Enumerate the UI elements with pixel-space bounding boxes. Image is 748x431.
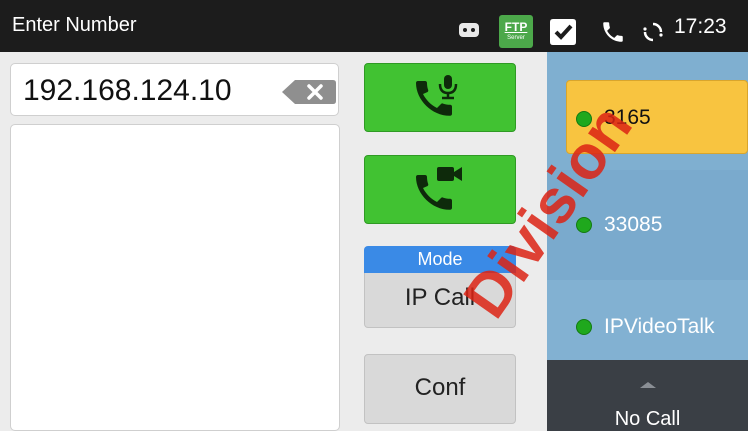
mode-label: Mode xyxy=(364,246,516,273)
video-call-button[interactable] xyxy=(364,155,516,224)
screen-title: Enter Number xyxy=(12,14,137,36)
chevron-up-icon xyxy=(640,382,656,388)
mode-value: IP Call xyxy=(364,273,516,328)
account-label: IPVideoTalk xyxy=(604,315,715,338)
check-icon[interactable] xyxy=(547,16,579,48)
status-dot-icon xyxy=(576,319,592,335)
account-item[interactable]: 3165 xyxy=(547,52,748,168)
contact-suggestions-list[interactable] xyxy=(10,124,340,431)
call-status-label: No Call xyxy=(614,408,681,430)
phone-video-icon xyxy=(416,167,462,210)
voicemail-icon[interactable] xyxy=(459,23,479,37)
status-bar: Enter Number FTP Server 17:23 xyxy=(0,0,748,52)
selected-account-card xyxy=(566,80,748,154)
call-status-tab[interactable]: No Call xyxy=(547,360,748,431)
status-dot-icon xyxy=(576,111,592,127)
clock-time: 17:23 xyxy=(674,15,727,38)
number-input[interactable]: 192.168.124.10 xyxy=(10,63,339,116)
number-input-value: 192.168.124.10 xyxy=(23,74,232,107)
account-label: 33085 xyxy=(604,213,663,236)
ftp-server-icon[interactable]: FTP Server xyxy=(499,15,533,48)
audio-call-button[interactable] xyxy=(364,63,516,132)
ftp-sub-label: Server xyxy=(507,35,525,41)
account-item[interactable]: IPVideoTalk xyxy=(547,280,748,360)
phone-mic-icon xyxy=(416,75,458,116)
mode-button[interactable]: Mode IP Call xyxy=(364,246,516,328)
ftp-label: FTP xyxy=(504,20,528,34)
account-item[interactable]: 33085 xyxy=(547,170,748,286)
status-dot-icon xyxy=(576,217,592,233)
conference-button[interactable]: Conf xyxy=(364,354,516,424)
sync-icon xyxy=(643,22,663,42)
backspace-icon[interactable] xyxy=(281,79,337,105)
account-label: 3165 xyxy=(604,106,651,129)
phone-screen: Enter Number FTP Server 17:23 192.168.12… xyxy=(0,0,748,431)
phone-icon xyxy=(603,22,623,42)
